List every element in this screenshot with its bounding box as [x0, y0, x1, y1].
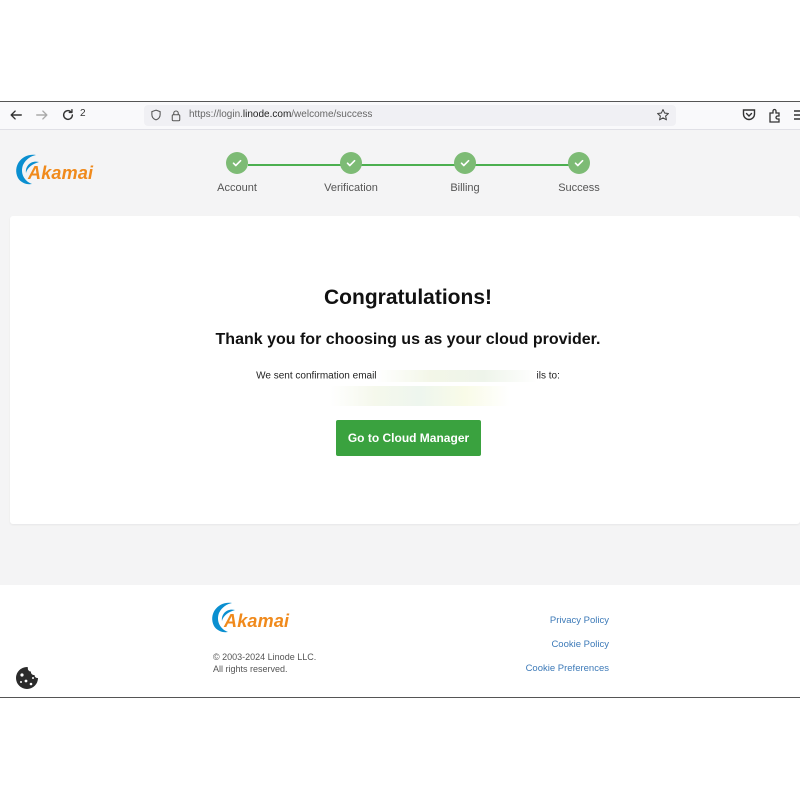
cookie-icon[interactable] — [14, 665, 40, 691]
confirmation-text: We sent confirmation email ils to: — [256, 370, 560, 382]
shield-icon[interactable] — [150, 109, 162, 121]
step-complete-dot — [226, 152, 248, 174]
step-label: Billing — [450, 182, 480, 194]
forward-arrow-icon[interactable] — [33, 106, 51, 124]
step-complete-dot — [454, 152, 476, 174]
redacted-email — [330, 386, 510, 406]
signup-stepper: Account Verification Billing Success — [212, 152, 612, 202]
footer-akamai-logo[interactable]: Akamai — [208, 600, 289, 634]
logo-text: Akamai — [28, 162, 94, 183]
akamai-logo[interactable]: Akamai — [12, 152, 93, 186]
thank-you-message: Thank you for choosing us as your cloud … — [215, 331, 601, 348]
step-account: Account — [187, 152, 287, 194]
step-label: Account — [217, 182, 257, 194]
step-complete-dot — [340, 152, 362, 174]
back-arrow-icon[interactable] — [7, 106, 25, 124]
page-footer: Akamai © 2003-2024 Linode LLC. All right… — [0, 585, 800, 697]
step-billing: Billing — [415, 152, 515, 194]
url-bar[interactable]: https://login.linode.com/welcome/success — [144, 105, 676, 126]
signup-page: Akamai Account Verification Billing Succ… — [0, 130, 800, 585]
star-icon[interactable] — [656, 108, 670, 122]
url-text: https://login.linode.com/welcome/success — [189, 109, 373, 120]
check-icon — [346, 159, 356, 167]
reload-count: 2 — [80, 108, 86, 119]
go-to-cloud-manager-button[interactable]: Go to Cloud Manager — [336, 420, 481, 456]
check-icon — [232, 159, 242, 167]
reload-icon[interactable] — [59, 106, 77, 124]
lock-icon[interactable] — [170, 109, 182, 122]
cookie-policy-link[interactable]: Cookie Policy — [551, 639, 609, 650]
step-verification: Verification — [301, 152, 401, 194]
pocket-icon[interactable] — [741, 107, 757, 123]
extensions-icon[interactable] — [767, 107, 783, 123]
step-label: Verification — [324, 182, 378, 194]
step-success: Success — [529, 152, 629, 194]
check-icon — [574, 159, 584, 167]
redacted-text — [376, 370, 537, 382]
menu-icon[interactable] — [792, 107, 800, 123]
logo-text: Akamai — [224, 610, 290, 631]
privacy-policy-link[interactable]: Privacy Policy — [550, 615, 609, 626]
page-title: Congratulations! — [324, 286, 492, 309]
step-label: Success — [558, 182, 600, 194]
step-complete-dot — [568, 152, 590, 174]
check-icon — [460, 159, 470, 167]
success-card: Congratulations! Thank you for choosing … — [10, 216, 800, 524]
browser-window: 2 https://login.linode.com/welcome/succe… — [0, 101, 800, 698]
cookie-preferences-link[interactable]: Cookie Preferences — [526, 663, 609, 674]
browser-toolbar: 2 https://login.linode.com/welcome/succe… — [0, 102, 800, 130]
copyright: © 2003-2024 Linode LLC. All rights reser… — [213, 652, 317, 674]
